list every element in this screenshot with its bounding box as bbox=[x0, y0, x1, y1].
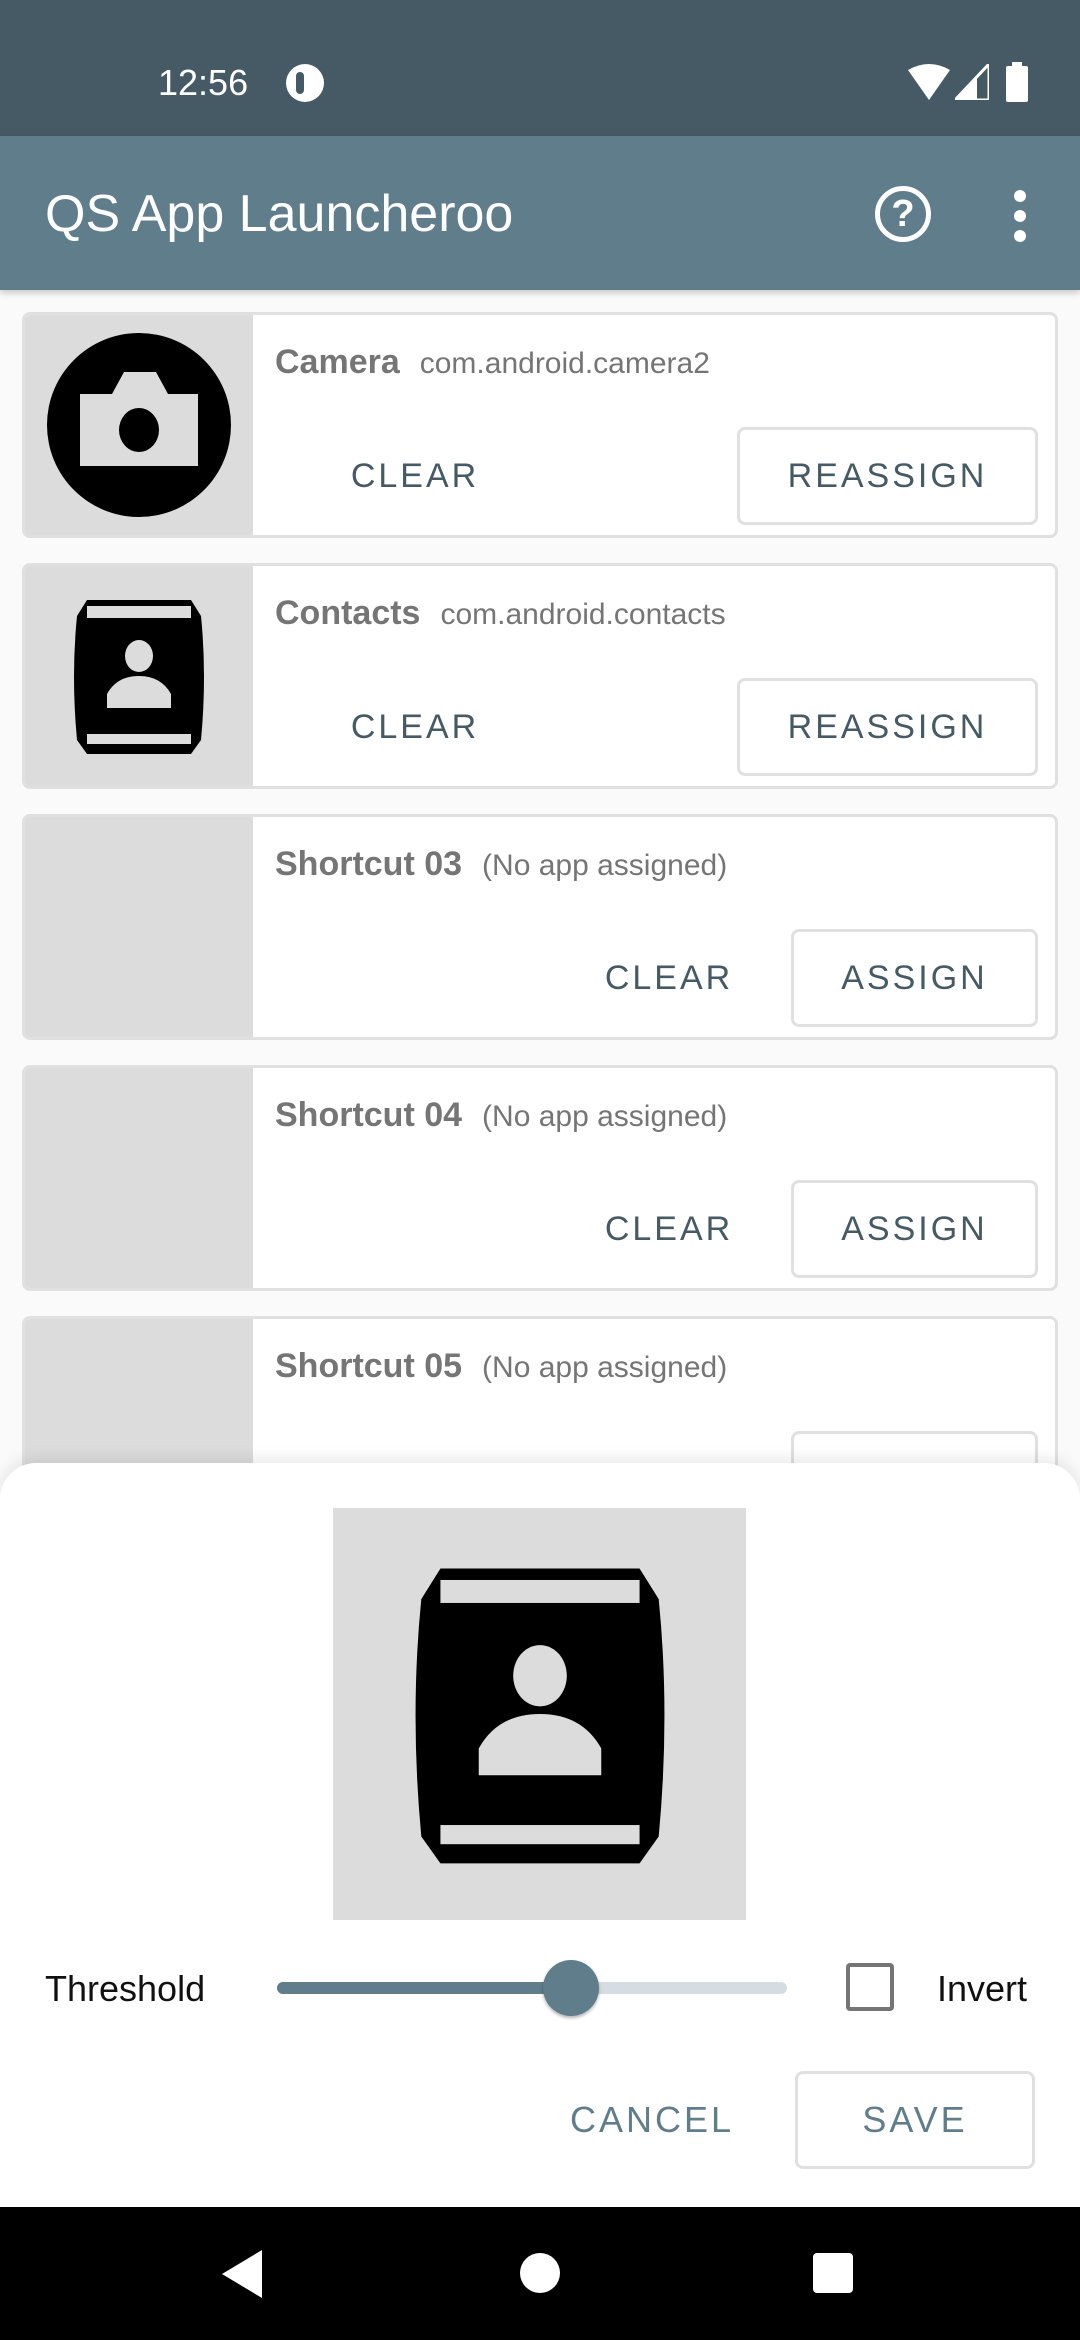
status-bar: 12:56 bbox=[0, 0, 1080, 136]
empty-thumbnail bbox=[25, 817, 253, 1037]
home-icon[interactable] bbox=[520, 2253, 560, 2293]
camera-icon bbox=[47, 333, 231, 517]
shortcut-card-contacts: Contacts com.android.contacts CLEAR REASS… bbox=[22, 563, 1058, 789]
shortcut-name: Camera bbox=[275, 343, 400, 381]
battery-icon bbox=[1006, 62, 1028, 102]
empty-thumbnail bbox=[25, 1068, 253, 1288]
app-icon-thumbnail bbox=[25, 566, 253, 786]
recents-icon[interactable] bbox=[813, 2253, 853, 2293]
more-options-icon[interactable] bbox=[1000, 186, 1040, 242]
package-name: com.android.contacts bbox=[440, 598, 726, 631]
app-bar: QS App Launcheroo ? bbox=[0, 136, 1080, 290]
package-name: (No app assigned) bbox=[482, 1351, 728, 1384]
shortcut-card-camera: Camera com.android.camera2 CLEAR REASSIGN bbox=[22, 312, 1058, 538]
package-name: com.android.camera2 bbox=[419, 347, 710, 380]
clear-button[interactable]: CLEAR bbox=[315, 678, 515, 776]
help-icon[interactable]: ? bbox=[875, 186, 931, 242]
notification-icon bbox=[286, 64, 324, 102]
package-name: (No app assigned) bbox=[482, 849, 728, 882]
shortcut-card-04: Shortcut 04 (No app assigned) CLEAR ASSIG… bbox=[22, 1065, 1058, 1291]
clear-button[interactable]: CLEAR bbox=[569, 1180, 769, 1278]
slider-fill bbox=[277, 1982, 571, 1994]
reassign-button[interactable]: REASSIGN bbox=[737, 678, 1038, 776]
assign-button[interactable]: ASSIGN bbox=[791, 929, 1038, 1027]
invert-label: Invert bbox=[937, 1968, 1028, 2009]
slider-thumb[interactable] bbox=[542, 1960, 599, 2016]
threshold-label: Threshold bbox=[45, 1968, 206, 2009]
app-icon-thumbnail bbox=[25, 315, 253, 535]
shortcut-name: Shortcut 05 bbox=[275, 1347, 463, 1385]
invert-checkbox[interactable] bbox=[846, 1963, 894, 2011]
clock: 12:56 bbox=[158, 62, 249, 103]
threshold-slider[interactable] bbox=[277, 1960, 787, 2016]
icon-preview bbox=[333, 1508, 746, 1920]
cancel-button[interactable]: CANCEL bbox=[552, 2071, 752, 2169]
clear-button[interactable]: CLEAR bbox=[569, 929, 769, 1027]
assign-button[interactable]: ASSIGN bbox=[791, 1180, 1038, 1278]
contacts-icon bbox=[74, 600, 204, 754]
package-name: (No app assigned) bbox=[482, 1100, 728, 1133]
save-button[interactable]: SAVE bbox=[795, 2071, 1035, 2169]
app-title: QS App Launcheroo bbox=[45, 185, 514, 243]
shortcut-name: Shortcut 04 bbox=[275, 1096, 463, 1134]
signal-icon bbox=[955, 64, 989, 100]
shortcut-card-03: Shortcut 03 (No app assigned) CLEAR ASSIG… bbox=[22, 814, 1058, 1040]
shortcut-name: Shortcut 03 bbox=[275, 845, 463, 883]
back-icon[interactable] bbox=[222, 2250, 264, 2298]
icon-editor-sheet: Threshold Invert CANCEL SAVE bbox=[0, 1463, 1080, 2207]
wifi-icon bbox=[908, 64, 950, 100]
contacts-icon bbox=[415, 1568, 664, 1864]
navigation-bar bbox=[0, 2207, 1080, 2340]
shortcut-name: Contacts bbox=[275, 594, 421, 632]
reassign-button[interactable]: REASSIGN bbox=[737, 427, 1038, 525]
clear-button[interactable]: CLEAR bbox=[315, 427, 515, 525]
